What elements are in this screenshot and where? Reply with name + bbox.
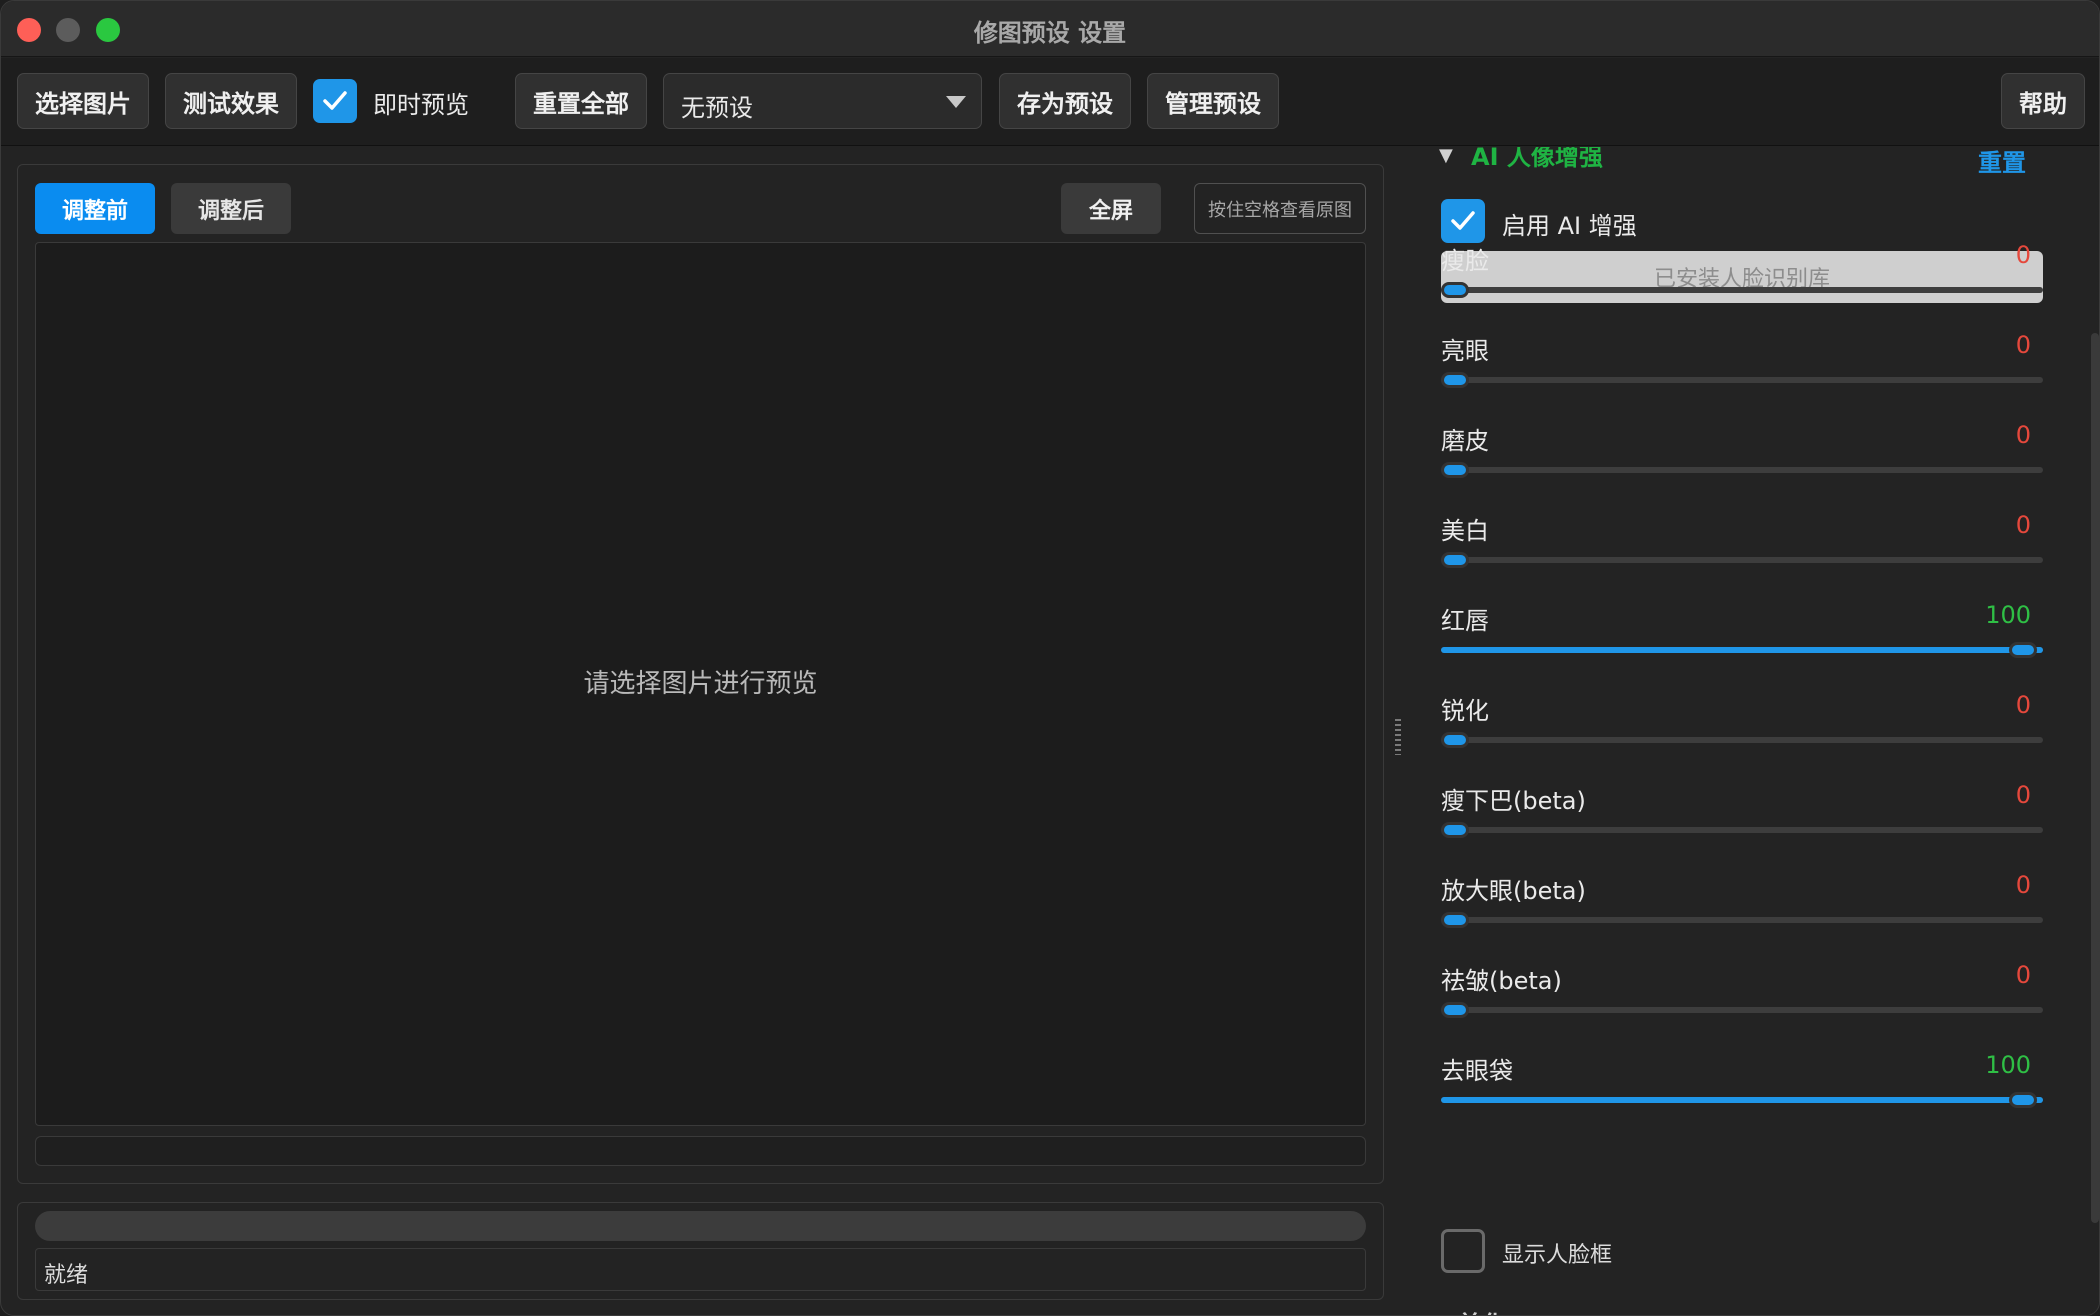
slider-row: 亮眼 0 [1441, 331, 2043, 411]
select-image-button[interactable]: 选择图片 [17, 73, 149, 129]
status-text: 就绪 [44, 1263, 89, 1288]
slider-label: 磨皮 [1441, 427, 1489, 455]
slider-value: 0 [2015, 511, 2031, 539]
test-effect-button[interactable]: 测试效果 [165, 73, 297, 129]
preset-select-value: 无预设 [681, 94, 753, 122]
slider-row: 锐化 0 [1441, 691, 2043, 771]
hold-space-hint: 按住空格查看原图 [1194, 183, 1366, 234]
slider-row: 美白 0 [1441, 511, 2043, 591]
slider-thumb[interactable] [1441, 912, 1469, 928]
title-bar: 修图预设 设置 [1, 1, 2099, 57]
slider-thumb[interactable] [1441, 462, 1469, 478]
slider-value: 0 [2015, 691, 2031, 719]
slider-label: 放大眼(beta) [1441, 877, 1586, 905]
slider-row: 祛皱(beta) 0 [1441, 961, 2043, 1041]
slider-fill [1441, 647, 2043, 653]
status-box: 就绪 [35, 1248, 1366, 1291]
slider-label: 亮眼 [1441, 337, 1489, 365]
slider-track[interactable] [1441, 467, 2043, 473]
slider-track[interactable] [1441, 917, 2043, 923]
slider-value: 0 [2015, 961, 2031, 989]
checkmark-icon [1451, 211, 1475, 230]
slider-thumb[interactable] [1441, 552, 1469, 568]
slider-fill [1441, 1097, 2043, 1103]
enable-ai-label: 启用 AI 增强 [1502, 212, 1637, 240]
show-face-box-label: 显示人脸框 [1502, 1243, 1613, 1268]
progress-bar [35, 1211, 1366, 1241]
enable-ai-checkbox[interactable] [1441, 199, 1485, 243]
slider-row: 去眼袋 100 [1441, 1051, 2043, 1131]
slider-thumb[interactable] [1441, 1002, 1469, 1018]
slider-value: 0 [2015, 871, 2031, 899]
checkmark-icon [323, 91, 347, 110]
status-panel: 就绪 [17, 1202, 1384, 1300]
settings-panel: ▼ AI 人像增强 重置 启用 AI 增强 已安装人脸识别库 瘦脸 0 亮眼 0 磨皮 0… [1401, 147, 2099, 1315]
slider-thumb[interactable] [2009, 1092, 2037, 1108]
slider-value: 0 [2015, 781, 2031, 809]
slider-thumb[interactable] [1441, 732, 1469, 748]
slider-row: 红唇 100 [1441, 601, 2043, 681]
section-title-ai-portrait[interactable]: AI 人像增强 [1471, 147, 1603, 172]
toolbar: 选择图片 测试效果 即时预览 重置全部 无预设 存为预设 管理预设 帮助 [1, 58, 2099, 146]
settings-panel-content: ▼ AI 人像增强 重置 启用 AI 增强 已安装人脸识别库 瘦脸 0 亮眼 0 磨皮 0… [1401, 147, 2099, 1315]
show-face-box-checkbox[interactable] [1441, 1229, 1485, 1273]
live-preview-checkbox[interactable] [313, 79, 357, 123]
slider-value: 100 [1985, 1051, 2031, 1079]
tab-after[interactable]: 调整后 [171, 183, 291, 234]
slider-thumb[interactable] [1441, 282, 1469, 298]
slider-thumb[interactable] [1441, 822, 1469, 838]
slider-label: 锐化 [1441, 697, 1489, 725]
preview-panel: 调整前 调整后 全屏 按住空格查看原图 请选择图片进行预览 [17, 164, 1384, 1184]
slider-label: 红唇 [1441, 607, 1489, 635]
slider-value: 0 [2015, 331, 2031, 359]
section-title-beautify-label: 美化 [1458, 1311, 1506, 1315]
fullscreen-button[interactable]: 全屏 [1061, 183, 1161, 234]
slider-row: 瘦脸 0 [1441, 241, 2043, 321]
section-reset-button[interactable]: 重置 [1978, 147, 2026, 178]
slider-label: 美白 [1441, 517, 1489, 545]
slider-track[interactable] [1441, 737, 2043, 743]
slider-value: 0 [2015, 421, 2031, 449]
slider-track[interactable] [1441, 827, 2043, 833]
slider-track[interactable] [1441, 1007, 2043, 1013]
slider-row: 磨皮 0 [1441, 421, 2043, 501]
chevron-down-icon [946, 96, 966, 108]
slider-label: 祛皱(beta) [1441, 967, 1562, 995]
tab-before[interactable]: 调整前 [35, 183, 155, 234]
slider-label: 瘦下巴(beta) [1441, 787, 1586, 815]
slider-thumb[interactable] [1441, 372, 1469, 388]
collapse-triangle-icon[interactable]: ▼ [1439, 147, 1453, 166]
slider-label: 瘦脸 [1441, 247, 1489, 275]
slider-track[interactable] [1441, 287, 2043, 293]
slider-row: 放大眼(beta) 0 [1441, 871, 2043, 951]
help-button[interactable]: 帮助 [2001, 73, 2085, 129]
reset-all-button[interactable]: 重置全部 [515, 73, 647, 129]
window-title: 修图预设 设置 [973, 19, 1127, 47]
live-preview-label: 即时预览 [373, 91, 469, 119]
preview-canvas[interactable]: 请选择图片进行预览 [35, 242, 1366, 1126]
slider-thumb[interactable] [2009, 642, 2037, 658]
preset-select[interactable]: 无预设 [663, 73, 982, 129]
section-title-beautify[interactable]: ▶ 美化 [1431, 1305, 1506, 1315]
settings-scrollbar[interactable] [2091, 333, 2099, 1223]
save-preset-button[interactable]: 存为预设 [999, 73, 1131, 129]
slider-track[interactable] [1441, 557, 2043, 563]
slider-track[interactable] [1441, 377, 2043, 383]
preview-placeholder: 请选择图片进行预览 [583, 669, 818, 699]
slider-label: 去眼袋 [1441, 1057, 1513, 1085]
preview-horizontal-scrollbar[interactable] [35, 1136, 1366, 1166]
manage-presets-button[interactable]: 管理预设 [1147, 73, 1279, 129]
app-window: 修图预设 设置 选择图片 测试效果 即时预览 重置全部 无预设 存为预设 管理预… [0, 0, 2100, 1316]
slider-value: 100 [1985, 601, 2031, 629]
slider-value: 0 [2015, 241, 2031, 269]
slider-row: 瘦下巴(beta) 0 [1441, 781, 2043, 861]
